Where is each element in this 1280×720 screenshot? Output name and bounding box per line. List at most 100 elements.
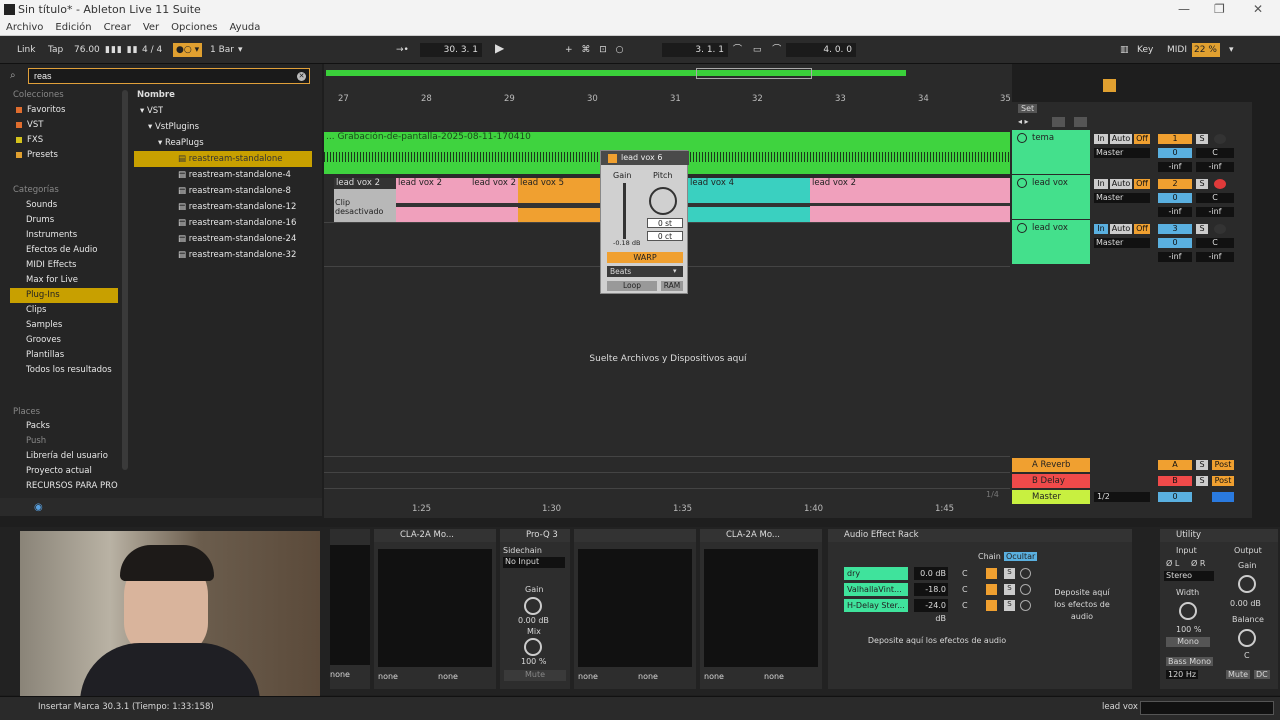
gain-slider[interactable] bbox=[623, 183, 626, 239]
input-select[interactable]: none bbox=[378, 672, 398, 681]
chain-activator-icon[interactable] bbox=[986, 600, 997, 611]
arrangement-position[interactable]: 30. 3. 1 bbox=[420, 43, 482, 57]
category-plug-ins[interactable]: Plug-Ins bbox=[10, 288, 118, 303]
track-number-button[interactable]: 3 bbox=[1158, 224, 1192, 234]
return-track-b[interactable]: B Delay bbox=[1012, 474, 1090, 488]
gain-knob[interactable] bbox=[524, 597, 542, 615]
collection-presets[interactable]: Presets bbox=[0, 148, 108, 163]
loop-length-field[interactable]: 4. 0. 0 bbox=[786, 43, 856, 57]
track-number-button[interactable]: 1 bbox=[1158, 134, 1192, 144]
master-cue-select[interactable]: 1/2 bbox=[1094, 492, 1150, 502]
follow-icon[interactable]: →• bbox=[396, 43, 409, 57]
tree-folder-vstplugins[interactable]: ▾ VstPlugins bbox=[148, 119, 199, 135]
category-midi-effects[interactable]: MIDI Effects bbox=[10, 258, 118, 273]
input-monitor-off[interactable]: Off bbox=[1134, 134, 1150, 144]
link-button[interactable]: Link bbox=[17, 43, 35, 57]
list-item[interactable]: ▤ reastream-standalone-8 bbox=[134, 183, 312, 199]
overdub-icons[interactable]: + ⌘ ⊡ ○ bbox=[565, 43, 627, 57]
name-column-header[interactable]: Nombre bbox=[137, 90, 175, 100]
collection-vst[interactable]: VST bbox=[0, 118, 108, 133]
track-header[interactable]: lead vox bbox=[1012, 175, 1090, 219]
chevron-down-icon[interactable]: ▾ bbox=[1229, 43, 1234, 57]
category-sounds[interactable]: Sounds bbox=[10, 198, 118, 213]
chain-activator-icon[interactable] bbox=[986, 568, 997, 579]
clip[interactable]: lead vox 4 bbox=[688, 178, 810, 222]
chain-volume[interactable]: -18.0 dB bbox=[914, 583, 948, 607]
sidechain-select[interactable]: No Input bbox=[503, 557, 565, 568]
list-item[interactable]: ▤ reastream-standalone-4 bbox=[134, 167, 312, 183]
category-instruments[interactable]: Instruments bbox=[10, 228, 118, 243]
list-item[interactable]: ▤ reastream-standalone bbox=[134, 151, 312, 167]
chain-item[interactable]: H-Delay Ster... bbox=[844, 599, 908, 612]
menu-opciones[interactable]: Opciones bbox=[171, 22, 217, 33]
chain-item[interactable]: dry bbox=[844, 567, 908, 580]
volume-field[interactable]: 0 bbox=[1158, 193, 1192, 203]
track-header[interactable]: lead vox bbox=[1012, 220, 1090, 264]
category-audio-effects[interactable]: Efectos de Audio bbox=[10, 243, 118, 258]
metronome-button[interactable]: ●○ ▾ bbox=[173, 43, 203, 57]
return-track-a[interactable]: A Reverb bbox=[1012, 458, 1090, 472]
input-select[interactable]: none bbox=[578, 672, 598, 681]
time-ruler[interactable]: 1:25 1:30 1:35 1:40 1:45 bbox=[324, 504, 1012, 518]
chevron-down-icon[interactable]: ▾ bbox=[673, 267, 677, 275]
unfold-icon[interactable] bbox=[1074, 117, 1087, 127]
bar-ruler[interactable]: 27 28 29 30 31 32 33 34 35 bbox=[324, 94, 1012, 108]
input-monitor-off[interactable]: Off bbox=[1134, 179, 1150, 189]
tree-folder-vst[interactable]: ▾ VST bbox=[140, 103, 163, 119]
midi-map-button[interactable]: MIDI bbox=[1167, 43, 1187, 57]
list-item[interactable]: ▤ reastream-standalone-32 bbox=[134, 247, 312, 263]
tree-folder-reaplugs[interactable]: ▾ ReaPlugs bbox=[158, 135, 204, 151]
track-number-button[interactable]: 2 bbox=[1158, 179, 1192, 189]
clip[interactable]: lead vox 2 bbox=[810, 178, 1010, 222]
output-routing-select[interactable]: Master bbox=[1094, 238, 1150, 248]
solo-button[interactable]: S bbox=[1196, 179, 1208, 189]
output-routing-select[interactable]: Master bbox=[1094, 193, 1150, 203]
list-item[interactable]: ▤ reastream-standalone-24 bbox=[134, 231, 312, 247]
width-knob[interactable] bbox=[1179, 602, 1197, 620]
solo-button[interactable]: S bbox=[1196, 460, 1208, 470]
warp-button[interactable]: WARP bbox=[607, 252, 683, 263]
chain-volume[interactable]: -24.0 dB bbox=[914, 599, 948, 623]
phase-left-button[interactable]: Ø L bbox=[1166, 559, 1179, 568]
device-title[interactable]: Utility bbox=[1160, 529, 1278, 542]
track-overview[interactable] bbox=[1140, 701, 1274, 715]
key-map-button[interactable]: Key bbox=[1137, 43, 1153, 57]
search-input[interactable] bbox=[28, 68, 310, 84]
minimize-icon[interactable]: — bbox=[1178, 2, 1190, 16]
chain-pan[interactable]: C bbox=[962, 567, 968, 580]
collection-favoritos[interactable]: Favoritos bbox=[0, 103, 108, 118]
place-current-project[interactable]: Proyecto actual bbox=[10, 464, 118, 479]
list-item[interactable]: ▤ reastream-standalone-16 bbox=[134, 215, 312, 231]
dc-button[interactable]: DC bbox=[1254, 670, 1270, 679]
semitones-field[interactable]: 0 st bbox=[647, 218, 683, 228]
input-select[interactable]: none bbox=[704, 672, 724, 681]
time-signature[interactable]: 4 / 4 bbox=[142, 43, 162, 57]
sidebar-scrollbar[interactable] bbox=[122, 90, 128, 470]
record-arm-icon[interactable] bbox=[1214, 179, 1226, 189]
fold-icon[interactable] bbox=[1052, 117, 1065, 127]
pitch-knob[interactable] bbox=[649, 187, 677, 215]
output-select[interactable]: none bbox=[438, 672, 458, 681]
set-button[interactable]: Set bbox=[1018, 104, 1038, 113]
menu-edicion[interactable]: Edición bbox=[55, 22, 91, 33]
bass-mono-button[interactable]: Bass Mono bbox=[1166, 657, 1214, 666]
output-select[interactable]: none bbox=[764, 672, 784, 681]
input-monitor-auto[interactable]: Auto bbox=[1110, 134, 1132, 144]
device-title[interactable]: CLA-2A Mo... bbox=[700, 529, 822, 542]
tap-button[interactable]: Tap bbox=[48, 43, 63, 57]
volume-field[interactable]: 0 bbox=[1158, 238, 1192, 248]
input-monitor-off[interactable]: Off bbox=[1134, 224, 1150, 234]
chain-volume[interactable]: 0.0 dB bbox=[914, 567, 948, 580]
locator-nav-icons[interactable]: ◂ ▸ bbox=[1018, 117, 1029, 126]
draw-mode-icon[interactable] bbox=[1103, 79, 1116, 92]
solo-button[interactable]: S bbox=[1196, 476, 1208, 486]
mono-button[interactable]: Mono bbox=[1166, 637, 1210, 647]
return-a-button[interactable]: A bbox=[1158, 460, 1192, 470]
play-icon[interactable]: ▶ bbox=[495, 41, 504, 55]
pan-field[interactable]: C bbox=[1196, 148, 1234, 158]
search-icon[interactable]: ⌕ bbox=[10, 70, 16, 81]
place-packs[interactable]: Packs bbox=[10, 419, 118, 434]
maximize-icon[interactable]: ❐ bbox=[1214, 2, 1225, 16]
quantize-select[interactable]: 1 Bar bbox=[210, 43, 234, 57]
menu-ayuda[interactable]: Ayuda bbox=[230, 22, 261, 33]
